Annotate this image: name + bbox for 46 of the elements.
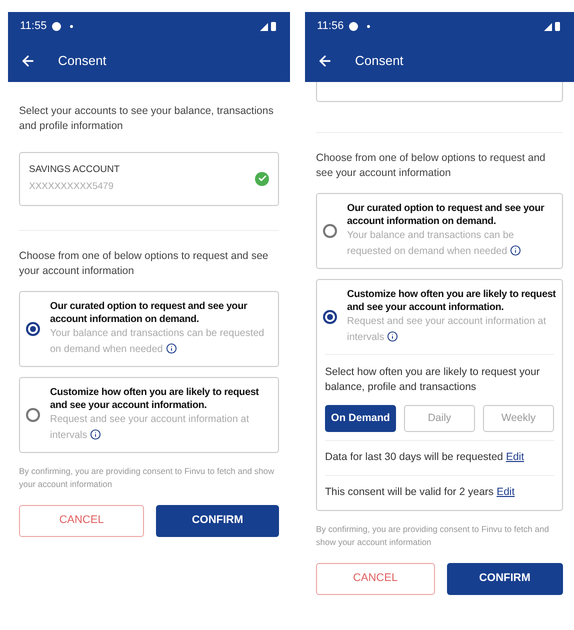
info-icon[interactable]	[166, 342, 177, 354]
option-title: Our curated option to request and see your account information on demand.	[50, 300, 248, 326]
option-title: Our curated option to request and see your account information on demand.	[347, 202, 546, 228]
screen-title: Consent	[355, 52, 404, 70]
option-card[interactable]: Our curated option to request and see your account information on demand. Your balance and transactions can be requested on demand when needed	[316, 193, 563, 269]
status-time: 11:55	[20, 18, 47, 34]
consent-note: By confirming, you are providing consent to Finvu to fetch and show your account information	[316, 522, 550, 548]
consent-note: By confirming, you are providing consent to Finvu to fetch and show your account information	[19, 464, 276, 490]
prompt-text: Choose from one of below options to request and see your account information	[19, 248, 270, 278]
option-card[interactable]	[316, 279, 563, 510]
confirm-button[interactable]: CONFIRM	[156, 504, 279, 536]
detail-text: Data for last 30 days will be requested Edit	[325, 450, 526, 465]
radio-button[interactable]	[323, 224, 337, 238]
info-icon[interactable]	[387, 331, 398, 342]
intro-text: Select your accounts to see your balance, transactions and profile information	[19, 104, 274, 134]
notification-icon	[348, 22, 358, 30]
frequency-prompt: Select how often you are likely to request your balance, profile and transactions	[325, 365, 541, 395]
option-description: Your balance and transactions can be requested on demand when needed	[347, 228, 558, 260]
confirm-button[interactable]: CONFIRM	[446, 562, 563, 594]
detail-text: This consent will be valid for 2 years Edit	[325, 484, 516, 500]
edit-link[interactable]: Edit	[506, 451, 524, 463]
option-title: Customize how often you are likely to request and see your account information.	[50, 386, 260, 412]
info-icon[interactable]	[90, 428, 102, 440]
info-icon[interactable]	[510, 245, 521, 256]
option-card[interactable]: Our curated option to request and see your account information on demand. Your balance and transactions can be requested on demand when needed	[19, 290, 279, 366]
account-card[interactable]: SAVINGS ACCOUNT XXXXXXXXXX5479	[19, 152, 279, 206]
option-description: Request and see your account information at intervals	[347, 315, 548, 345]
radio-button[interactable]	[26, 322, 40, 336]
frequency-option[interactable]: On Demand	[325, 405, 396, 432]
option-card[interactable]: Customize how often you are likely to request and see your account information. Request and see your account information at intervals	[19, 376, 279, 452]
option-title: Customize how often you are likely to request and see your account information.	[347, 288, 557, 314]
signal-battery-icon	[542, 21, 562, 31]
option-description: Request and see your account information at intervals	[50, 412, 250, 442]
radio-button[interactable]	[26, 408, 40, 422]
radio-button[interactable]	[323, 310, 337, 324]
back-icon[interactable]	[20, 53, 36, 69]
account-number: XXXXXXXXXX5479	[29, 180, 114, 194]
status-time: 11:56	[317, 18, 344, 34]
prompt-text: Choose from one of below options to request and see your account information	[316, 151, 546, 181]
back-icon[interactable]	[317, 53, 333, 69]
account-type: SAVINGS ACCOUNT	[29, 163, 120, 177]
screen-title: Consent	[58, 52, 106, 70]
signal-battery-icon	[258, 21, 278, 31]
edit-link[interactable]: Edit	[496, 486, 515, 498]
option-description: Your balance and transactions can be requested on demand when needed	[50, 326, 266, 356]
notification-icon	[52, 22, 61, 30]
